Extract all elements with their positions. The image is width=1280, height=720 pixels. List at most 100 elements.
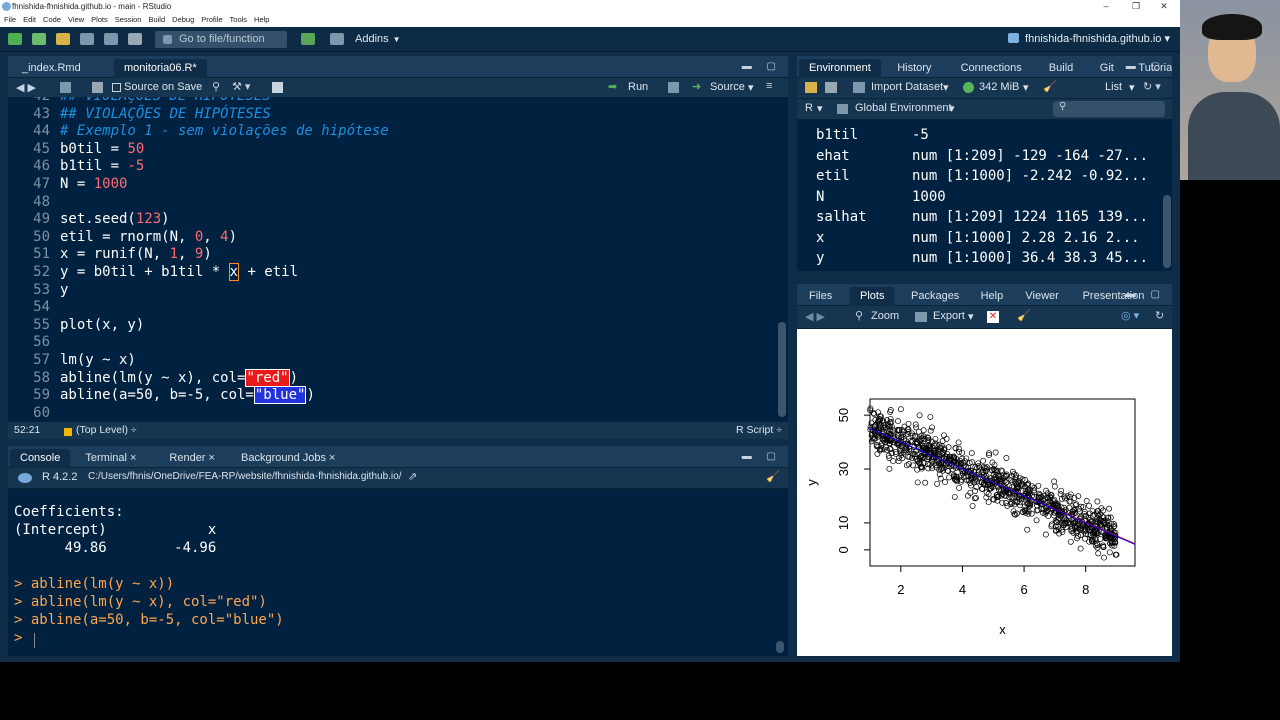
scatter-point	[942, 479, 948, 486]
environment-tab[interactable]: History	[887, 59, 941, 78]
save-file-icon[interactable]	[92, 82, 103, 93]
console-tab[interactable]: Background Jobs ×	[231, 449, 345, 468]
console-min-max-icon[interactable]: ▬ ▢	[742, 451, 782, 462]
new-file-icon[interactable]	[8, 33, 22, 45]
env-min-max-icon[interactable]: ▬ ▢	[1126, 61, 1166, 72]
console-tab[interactable]: Console	[10, 449, 71, 468]
show-in-window-icon[interactable]	[60, 82, 71, 93]
console-output[interactable]: Coefficients: (Intercept) x 49.86 -4.96 >…	[8, 489, 788, 656]
open-file-icon[interactable]	[56, 33, 70, 45]
console-scrollbar[interactable]	[776, 641, 784, 653]
global-environment-selector[interactable]: Global Environment	[855, 102, 952, 114]
list-view-selector[interactable]: List	[1105, 81, 1122, 93]
menu-item[interactable]: Code	[43, 13, 61, 27]
source-on-save-checkbox[interactable]	[112, 83, 121, 92]
working-directory[interactable]: C:/Users/fhnis/OneDrive/FEA-RP/website/f…	[88, 471, 401, 482]
environment-row[interactable]: N 1000	[797, 189, 1173, 210]
outline-icon[interactable]: ≡	[766, 80, 772, 92]
refresh-plot-icon[interactable]: ↻	[1155, 309, 1164, 322]
environment-row[interactable]: x num [1:1000] 2.28 2.16 2...	[797, 230, 1173, 251]
compile-report-icon[interactable]	[272, 82, 283, 93]
source-button[interactable]: Source	[710, 81, 745, 93]
import-dataset-button[interactable]: Import Dataset	[871, 81, 943, 93]
clear-console-icon[interactable]: 🧹	[766, 470, 780, 483]
menu-item[interactable]: Session	[115, 13, 142, 27]
plots-tab-label: Plots	[860, 290, 885, 302]
layout-icon[interactable]	[330, 33, 344, 45]
plot-viewer[interactable]: 2 4 6 8 0 10 30 50 x y	[797, 329, 1172, 656]
plots-tab[interactable]: Plots	[850, 287, 895, 306]
environment-search-input[interactable]	[1053, 101, 1165, 117]
menu-item[interactable]: File	[4, 13, 16, 27]
environment-row[interactable]: y num [1:1000] 36.4 38.3 45...	[797, 250, 1173, 271]
load-workspace-icon[interactable]	[805, 82, 817, 93]
environment-tab[interactable]: Build	[1039, 59, 1083, 78]
environment-tab[interactable]: Connections	[951, 59, 1032, 78]
environment-row[interactable]: ehat num [1:209] -129 -164 -27...	[797, 148, 1173, 169]
save-workspace-icon[interactable]	[825, 82, 837, 93]
save-all-icon[interactable]	[104, 33, 118, 45]
goto-file-input[interactable]: Go to file/function	[155, 30, 287, 48]
project-menu[interactable]: fhnishida-fhnishida.github.io ▾	[1008, 27, 1170, 52]
remove-plot-icon[interactable]: ✕	[987, 311, 999, 323]
source-tab[interactable]: monitoria06.R*	[114, 59, 207, 78]
scope-selector[interactable]: (Top Level) ÷	[76, 422, 137, 439]
refresh-icon[interactable]: ↻ ▾	[1143, 80, 1161, 93]
pane-min-max-icon[interactable]: ▬ ▢	[742, 61, 782, 72]
addins-menu[interactable]: Addins	[355, 33, 389, 45]
zoom-button[interactable]: Zoom	[871, 310, 899, 322]
menu-item[interactable]: Plots	[91, 13, 108, 27]
plots-tab[interactable]: Viewer	[1015, 287, 1068, 306]
run-arrow-icon[interactable]: ➡	[608, 80, 617, 93]
console-tab[interactable]: Render ×	[159, 449, 225, 468]
menu-item[interactable]: Build	[148, 13, 165, 27]
source-chevron-icon[interactable]: ▾	[748, 81, 754, 94]
pane-splitter[interactable]	[1172, 60, 1180, 656]
code-editor[interactable]: 42 ## VIOLAÇÕES DE HIPÓTESES 43 ## VIOLAÇÕE…	[8, 97, 788, 422]
menu-item[interactable]: Profile	[201, 13, 222, 27]
export-button[interactable]: Export	[933, 310, 965, 322]
menu-item[interactable]: Edit	[23, 13, 36, 27]
environment-row[interactable]: etil num [1:1000] -2.242 -0.92...	[797, 168, 1173, 189]
wand-icon[interactable]: ⚒ ▾	[232, 80, 250, 93]
plots-tab[interactable]: Files	[799, 287, 842, 306]
maximize-icon[interactable]: ❐	[1122, 0, 1150, 13]
source-tab[interactable]: _index.Rmd	[12, 59, 91, 78]
environment-tab-label: Build	[1048, 62, 1074, 74]
new-project-icon[interactable]	[32, 33, 46, 45]
close-icon[interactable]: ✕	[1150, 0, 1178, 13]
search-icon[interactable]: ⚲	[212, 80, 220, 93]
menu-item[interactable]: Help	[254, 13, 269, 27]
source-tab-label: monitoria06.R*	[124, 62, 197, 74]
minimize-icon[interactable]: –	[1092, 0, 1120, 13]
print-icon[interactable]	[128, 33, 142, 45]
menu-item[interactable]: View	[68, 13, 84, 27]
language-selector[interactable]: R	[805, 102, 813, 114]
environment-row[interactable]: salhat num [1:209] 1224 1165 139...	[797, 209, 1173, 230]
environment-tab[interactable]: Git	[1090, 59, 1124, 78]
goto-directory-icon[interactable]: ⇗	[408, 470, 417, 483]
editor-scrollbar[interactable]	[778, 322, 786, 417]
memory-usage[interactable]: 342 MiB	[979, 81, 1019, 93]
console-tab[interactable]: Terminal ×	[75, 449, 146, 468]
plots-tab[interactable]: Help	[971, 287, 1014, 306]
plots-min-max-icon[interactable]: ▬ ▢	[1126, 289, 1166, 300]
plots-tab[interactable]: Packages	[901, 287, 969, 306]
environment-table[interactable]: b1hat b1til -5 ehat num [1:209] -129 -164 -…	[797, 120, 1173, 271]
file-type-selector[interactable]: R Script ÷	[736, 422, 782, 439]
back-arrow-icon[interactable]: ◀ ▶	[16, 81, 36, 94]
vcs-icon[interactable]	[301, 33, 315, 45]
rerun-icon[interactable]	[668, 82, 679, 93]
console-caret[interactable]	[34, 633, 35, 648]
previous-plot-icon[interactable]: ◀ ▶	[805, 310, 825, 323]
save-icon[interactable]	[80, 33, 94, 45]
menu-item[interactable]: Debug	[172, 13, 194, 27]
window-title: fhnishida-fhnishida.github.io - main - R…	[12, 2, 172, 11]
publish-icon[interactable]: ◎ ▾	[1121, 309, 1139, 322]
environment-row[interactable]: b1til -5	[797, 127, 1173, 148]
run-button[interactable]: Run	[628, 81, 648, 93]
menu-item[interactable]: Tools	[230, 13, 248, 27]
clear-plots-icon[interactable]: 🧹	[1017, 309, 1031, 322]
environment-tab[interactable]: Environment	[799, 59, 881, 78]
broom-icon[interactable]: 🧹	[1043, 80, 1057, 93]
